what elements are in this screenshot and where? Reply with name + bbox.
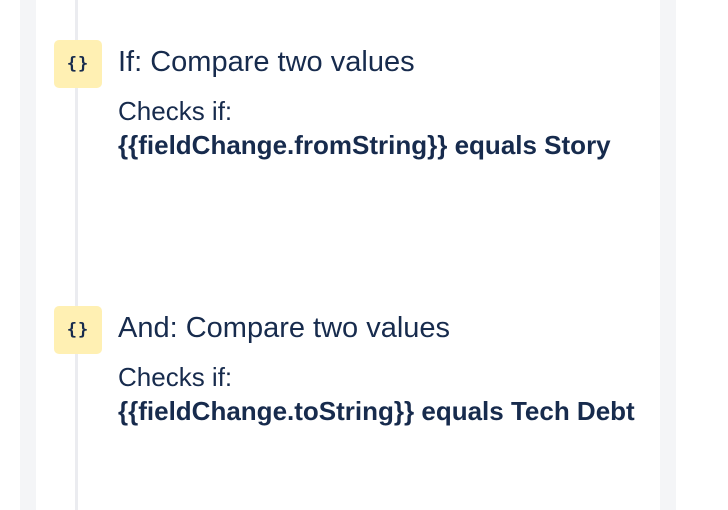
description-label: Checks if: xyxy=(118,362,233,392)
description-label: Checks if: xyxy=(118,96,233,126)
component-description: Checks if: {{fieldChange.fromString}} eq… xyxy=(118,94,638,162)
component-title: If: Compare two values xyxy=(118,46,415,78)
curly-braces-icon: {} xyxy=(54,40,102,88)
page-margin xyxy=(0,0,20,510)
rule-editor: {} If: Compare two values Checks if: {{f… xyxy=(0,0,728,510)
description-value: {{fieldChange.fromString}} equals Story xyxy=(118,130,611,160)
curly-braces-icon: {} xyxy=(54,306,102,354)
component-description: Checks if: {{fieldChange.toString}} equa… xyxy=(118,360,638,428)
description-value: {{fieldChange.toString}} equals Tech Deb… xyxy=(118,396,635,426)
component-title: And: Compare two values xyxy=(118,312,451,344)
